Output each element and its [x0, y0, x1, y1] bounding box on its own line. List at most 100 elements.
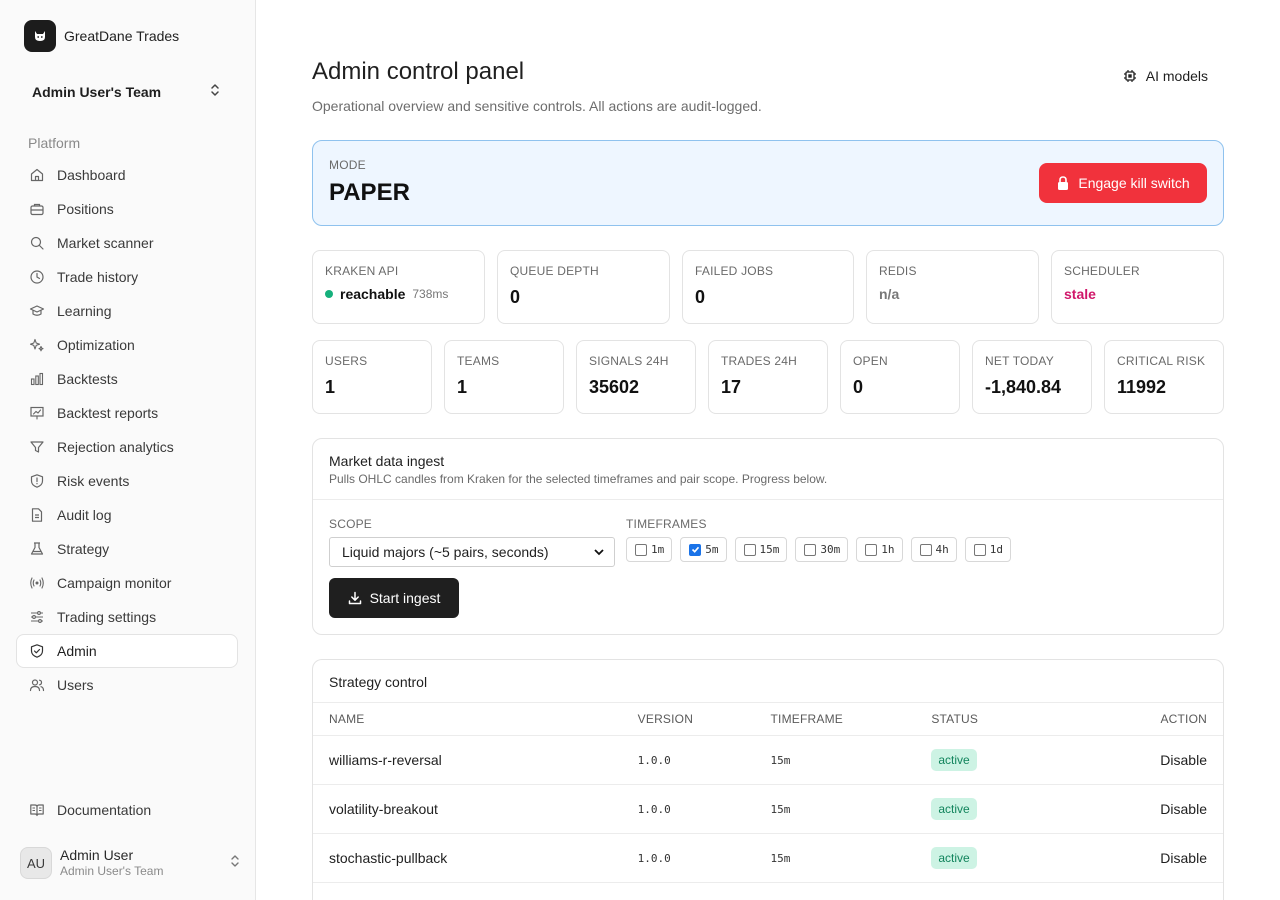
- sparkles-icon: [29, 338, 44, 352]
- start-ingest-button[interactable]: Start ingest: [329, 578, 459, 618]
- stat-label: KRAKEN API: [325, 264, 399, 278]
- checkbox[interactable]: [919, 543, 932, 556]
- shield-alert-icon: [30, 474, 44, 488]
- page-subtitle: Operational overview and sensitive contr…: [312, 98, 762, 114]
- sidebar-item-label: Trading settings: [57, 609, 157, 625]
- home-icon: [30, 168, 44, 182]
- stat-value: -1,840.84: [985, 377, 1062, 397]
- strategy-timeframe: 15m: [770, 851, 791, 865]
- sidebar-item-label: Optimization: [57, 337, 135, 353]
- sidebar-item-label: Market scanner: [57, 235, 154, 251]
- timeframe-30m[interactable]: 30m: [795, 537, 849, 562]
- strategy-version: 1.0.0: [637, 802, 671, 816]
- stat-value: 35602: [589, 377, 640, 397]
- team-switcher[interactable]: Admin User's Team: [16, 76, 238, 108]
- column-header-name: NAME: [329, 712, 365, 726]
- user-menu[interactable]: AU Admin User Admin User's Team: [20, 845, 242, 881]
- sidebar-item-learning[interactable]: Learning: [16, 294, 238, 328]
- panel-description: Pulls OHLC candles from Kraken for the s…: [329, 472, 828, 486]
- timeframe-5m[interactable]: 5m: [680, 537, 727, 562]
- checkbox[interactable]: [865, 543, 878, 556]
- sidebar-item-admin[interactable]: Admin: [16, 634, 238, 668]
- checkbox[interactable]: [743, 543, 756, 556]
- engage-kill-switch-button[interactable]: Engage kill switch: [1039, 163, 1207, 203]
- timeframe-label: 30m: [820, 543, 841, 556]
- strategy-timeframe: 15m: [770, 753, 791, 767]
- sidebar-item-label: Documentation: [57, 802, 152, 818]
- sidebar-item-strategy[interactable]: Strategy: [16, 532, 238, 566]
- timeframe-4h[interactable]: 4h: [910, 537, 957, 562]
- action-cell: Disable: [1071, 752, 1223, 768]
- sidebar-item-campaign-monitor[interactable]: Campaign monitor: [16, 566, 238, 600]
- checkbox-checked[interactable]: [689, 543, 702, 556]
- brand[interactable]: GreatDane Trades: [24, 20, 179, 52]
- disable-button[interactable]: Disable: [1160, 850, 1207, 866]
- kraken-api-card: KRAKEN API reachable 738ms: [312, 250, 485, 324]
- timeframe-1m[interactable]: 1m: [626, 537, 673, 562]
- sidebar-item-rejection-analytics[interactable]: Rejection analytics: [16, 430, 238, 464]
- user-name: Admin User: [60, 847, 134, 863]
- graduation-cap-icon: [29, 305, 45, 316]
- disable-button[interactable]: Disable: [1160, 752, 1207, 768]
- stat-label: NET TODAY: [985, 354, 1054, 368]
- health-stats-row: KRAKEN API reachable 738ms QUEUE DEPTH 0…: [312, 250, 1224, 324]
- section-label-platform: Platform: [28, 135, 81, 151]
- timeframe-label: 1h: [881, 543, 895, 556]
- check-icon: [691, 546, 699, 553]
- stat-value: 0: [510, 287, 521, 307]
- sidebar-item-label: Backtest reports: [57, 405, 159, 421]
- status-badge: active: [931, 749, 977, 771]
- timeframe-label: 4h: [935, 543, 949, 556]
- column-header-version: VERSION: [637, 712, 694, 726]
- dog-logo-icon: [24, 20, 56, 52]
- stat-label: TEAMS: [457, 354, 500, 368]
- kraken-latency: 738ms: [412, 287, 449, 301]
- sidebar-item-positions[interactable]: Positions: [16, 192, 238, 226]
- sidebar-item-risk-events[interactable]: Risk events: [16, 464, 238, 498]
- timeframes-group: 1m 5m 15m 30m 1h 4h 1d: [626, 537, 1011, 562]
- flask-icon: [30, 542, 44, 555]
- sidebar-item-trade-history[interactable]: Trade history: [16, 260, 238, 294]
- ai-models-button[interactable]: AI models: [1122, 66, 1208, 86]
- scheduler-card: SCHEDULER stale: [1051, 250, 1224, 324]
- column-header-timeframe: TIMEFRAME: [770, 712, 843, 726]
- disable-button[interactable]: Disable: [1160, 801, 1207, 817]
- users-icon: [29, 679, 45, 692]
- sidebar-item-label: Positions: [57, 201, 114, 217]
- chevron-down-icon: [594, 549, 604, 556]
- sidebar-item-dashboard[interactable]: Dashboard: [16, 158, 238, 192]
- strategy-version: 1.0.0: [637, 851, 671, 865]
- sidebar-item-label: Dashboard: [57, 167, 126, 183]
- team-name: Admin User's Team: [32, 84, 162, 100]
- timeframe-1h[interactable]: 1h: [856, 537, 903, 562]
- cpu-chip-icon: [1123, 70, 1136, 82]
- sidebar-item-documentation[interactable]: Documentation: [16, 793, 238, 827]
- sidebar-item-backtest-reports[interactable]: Backtest reports: [16, 396, 238, 430]
- sidebar-item-users[interactable]: Users: [16, 668, 238, 702]
- status-dot-icon: [325, 290, 333, 298]
- timeframe-label: 1d: [989, 543, 1003, 556]
- checkbox[interactable]: [635, 543, 647, 556]
- book-open-icon: [30, 804, 44, 817]
- sidebar-item-label: Strategy: [57, 541, 110, 557]
- checkbox[interactable]: [804, 543, 817, 556]
- table-row-partial: [313, 883, 1223, 900]
- sidebar-item-audit-log[interactable]: Audit log: [16, 498, 238, 532]
- action-cell: Disable: [1071, 801, 1223, 817]
- timeframe-1d[interactable]: 1d: [964, 537, 1011, 562]
- ai-models-label: AI models: [1145, 68, 1208, 84]
- table-row: volatility-breakout 1.0.0 15m active Dis…: [313, 785, 1223, 834]
- sidebar-item-backtests[interactable]: Backtests: [16, 362, 238, 396]
- net-today-card: NET TODAY -1,840.84: [972, 340, 1092, 414]
- sidebar-item-optimization[interactable]: Optimization: [16, 328, 238, 362]
- sidebar-item-label: Risk events: [57, 473, 130, 489]
- sidebar-item-market-scanner[interactable]: Market scanner: [16, 226, 238, 260]
- table-header: NAME VERSION TIMEFRAME STATUS ACTION: [313, 703, 1223, 736]
- main-content: Admin control panel Operational overview…: [312, 0, 1224, 900]
- presentation-chart-icon: [30, 406, 44, 420]
- scope-select[interactable]: Liquid majors (~5 pairs, seconds): [329, 537, 615, 567]
- timeframe-15m[interactable]: 15m: [734, 537, 788, 562]
- sidebar-item-trading-settings[interactable]: Trading settings: [16, 600, 238, 634]
- timeframes-label: TIMEFRAMES: [626, 517, 707, 531]
- checkbox[interactable]: [973, 543, 986, 556]
